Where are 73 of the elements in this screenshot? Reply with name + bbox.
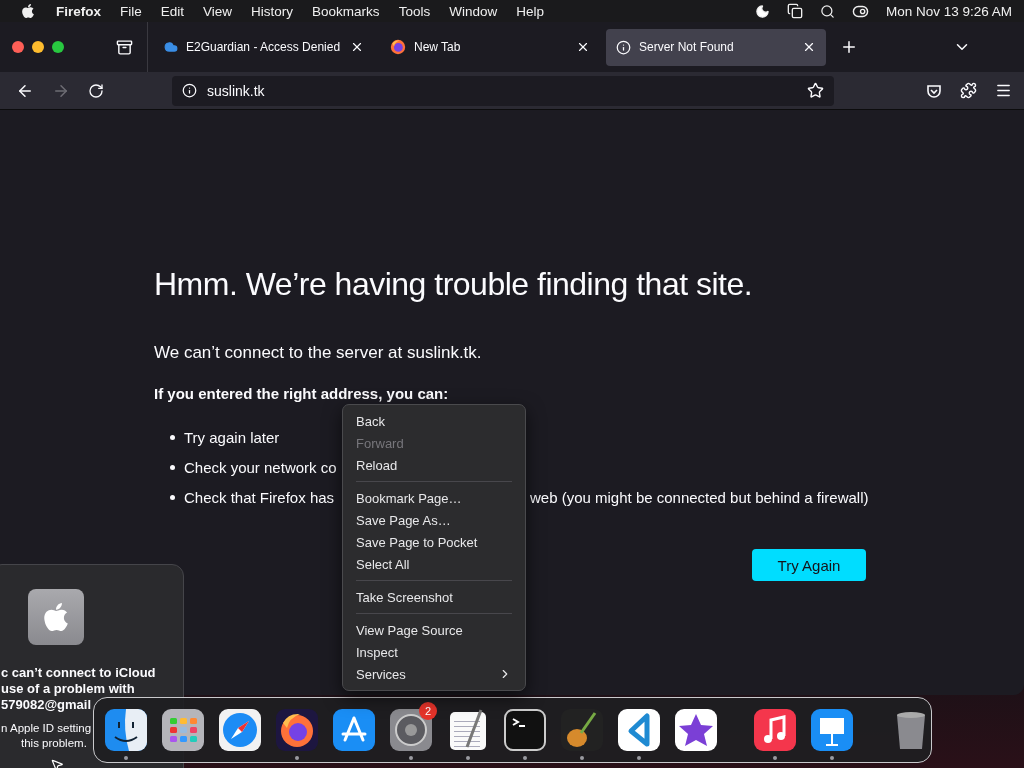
context-menu-item[interactable]: Bookmark Page…: [343, 487, 525, 509]
menu-item[interactable]: View: [203, 3, 233, 19]
error-message: We can’t connect to the server at suslink.tk.: [154, 343, 483, 363]
notification-text: n Apple ID setting: [1, 721, 93, 736]
minimize-window-button[interactable]: [32, 41, 44, 53]
reload-icon[interactable]: [88, 82, 104, 99]
suggestion-text: web (you might be connected but behind a firewall): [530, 488, 869, 506]
menu-item[interactable]: Bookmarks: [312, 3, 380, 19]
star-icon[interactable]: [807, 82, 824, 99]
context-menu-item[interactable]: Back: [343, 410, 525, 432]
code-editor-icon[interactable]: [617, 709, 660, 751]
new-tab-icon[interactable]: [840, 38, 858, 56]
menu-item[interactable]: Tools: [398, 3, 431, 19]
close-icon[interactable]: [802, 40, 816, 54]
notification-title: c can’t connect to iCloud: [1, 665, 157, 681]
presentation-icon[interactable]: [810, 709, 853, 751]
suggestion-text: Check your network co: [184, 458, 337, 476]
info-icon[interactable]: [182, 83, 197, 98]
launchpad-icon[interactable]: [161, 709, 204, 751]
error-title: Hmm. We’re having trouble finding that site.: [154, 266, 754, 303]
puzzle-icon[interactable]: [960, 82, 977, 99]
finder-icon[interactable]: [104, 709, 147, 751]
context-menu-item[interactable]: Select All: [343, 553, 525, 575]
moon-icon[interactable]: [754, 3, 770, 19]
notification-title: 579082@gmail: [1, 697, 92, 713]
bullet-icon: [170, 494, 175, 500]
close-icon[interactable]: [576, 40, 590, 54]
context-menu-item[interactable]: Inspect: [343, 641, 525, 663]
menu-icon[interactable]: [995, 82, 1012, 99]
menu-item[interactable]: Firefox: [56, 3, 101, 19]
url-field[interactable]: suslink.tk: [172, 75, 834, 106]
tray-icon[interactable]: [116, 38, 133, 56]
close-window-button[interactable]: [12, 41, 24, 53]
context-menu-item[interactable]: Save Page to Pocket: [343, 531, 525, 553]
suggestion-text: Check that Firefox has: [184, 488, 335, 506]
context-menu-item[interactable]: Save Page As…: [343, 509, 525, 531]
app-store-icon[interactable]: [332, 709, 375, 751]
compass-icon[interactable]: [218, 709, 261, 751]
bullet-icon: [170, 434, 175, 440]
firefox-icon: [390, 39, 406, 55]
notification-badge: 2: [419, 702, 437, 720]
clock[interactable]: Mon Nov 13 9:26 AM: [885, 3, 1012, 19]
terminal-icon[interactable]: [503, 709, 546, 751]
zoom-window-button[interactable]: [52, 41, 64, 53]
notification-title: use of a problem with: [1, 681, 136, 697]
try-again-button[interactable]: Try Again: [752, 549, 866, 581]
browser-tab[interactable]: E2Guardian - Access Denied: [154, 28, 374, 66]
hint-text: If you entered the right address, you can:: [154, 385, 450, 402]
menu-item[interactable]: Help: [516, 3, 544, 19]
music-note-icon[interactable]: [753, 709, 796, 751]
menu-item[interactable]: File: [120, 3, 142, 19]
search-icon[interactable]: [819, 3, 835, 19]
context-menu-item[interactable]: Reload: [343, 454, 525, 476]
gear-icon[interactable]: [389, 709, 432, 751]
browser-tab[interactable]: New Tab: [380, 28, 600, 66]
firefox-icon[interactable]: [275, 709, 318, 751]
context-menu-item[interactable]: View Page Source: [343, 619, 525, 641]
browser-tab[interactable]: Server Not Found: [606, 28, 826, 66]
suggestion-text: Try again later: [184, 428, 280, 446]
pocket-icon[interactable]: [926, 82, 942, 99]
apple-icon[interactable]: [20, 3, 36, 19]
menu-item[interactable]: History: [251, 3, 294, 19]
bullet-icon: [170, 464, 175, 470]
cloud-icon: [164, 40, 178, 54]
context-menu-item[interactable]: Take Screenshot: [343, 586, 525, 608]
notification-text: this problem.: [20, 736, 88, 751]
screens-icon[interactable]: [786, 3, 803, 19]
cursor-icon: [50, 758, 64, 768]
close-icon[interactable]: [350, 40, 364, 54]
menu-item[interactable]: Window: [449, 3, 498, 19]
context-menu-item[interactable]: Services: [343, 663, 525, 685]
menu-item[interactable]: Edit: [160, 3, 185, 19]
info-icon: [616, 39, 631, 55]
